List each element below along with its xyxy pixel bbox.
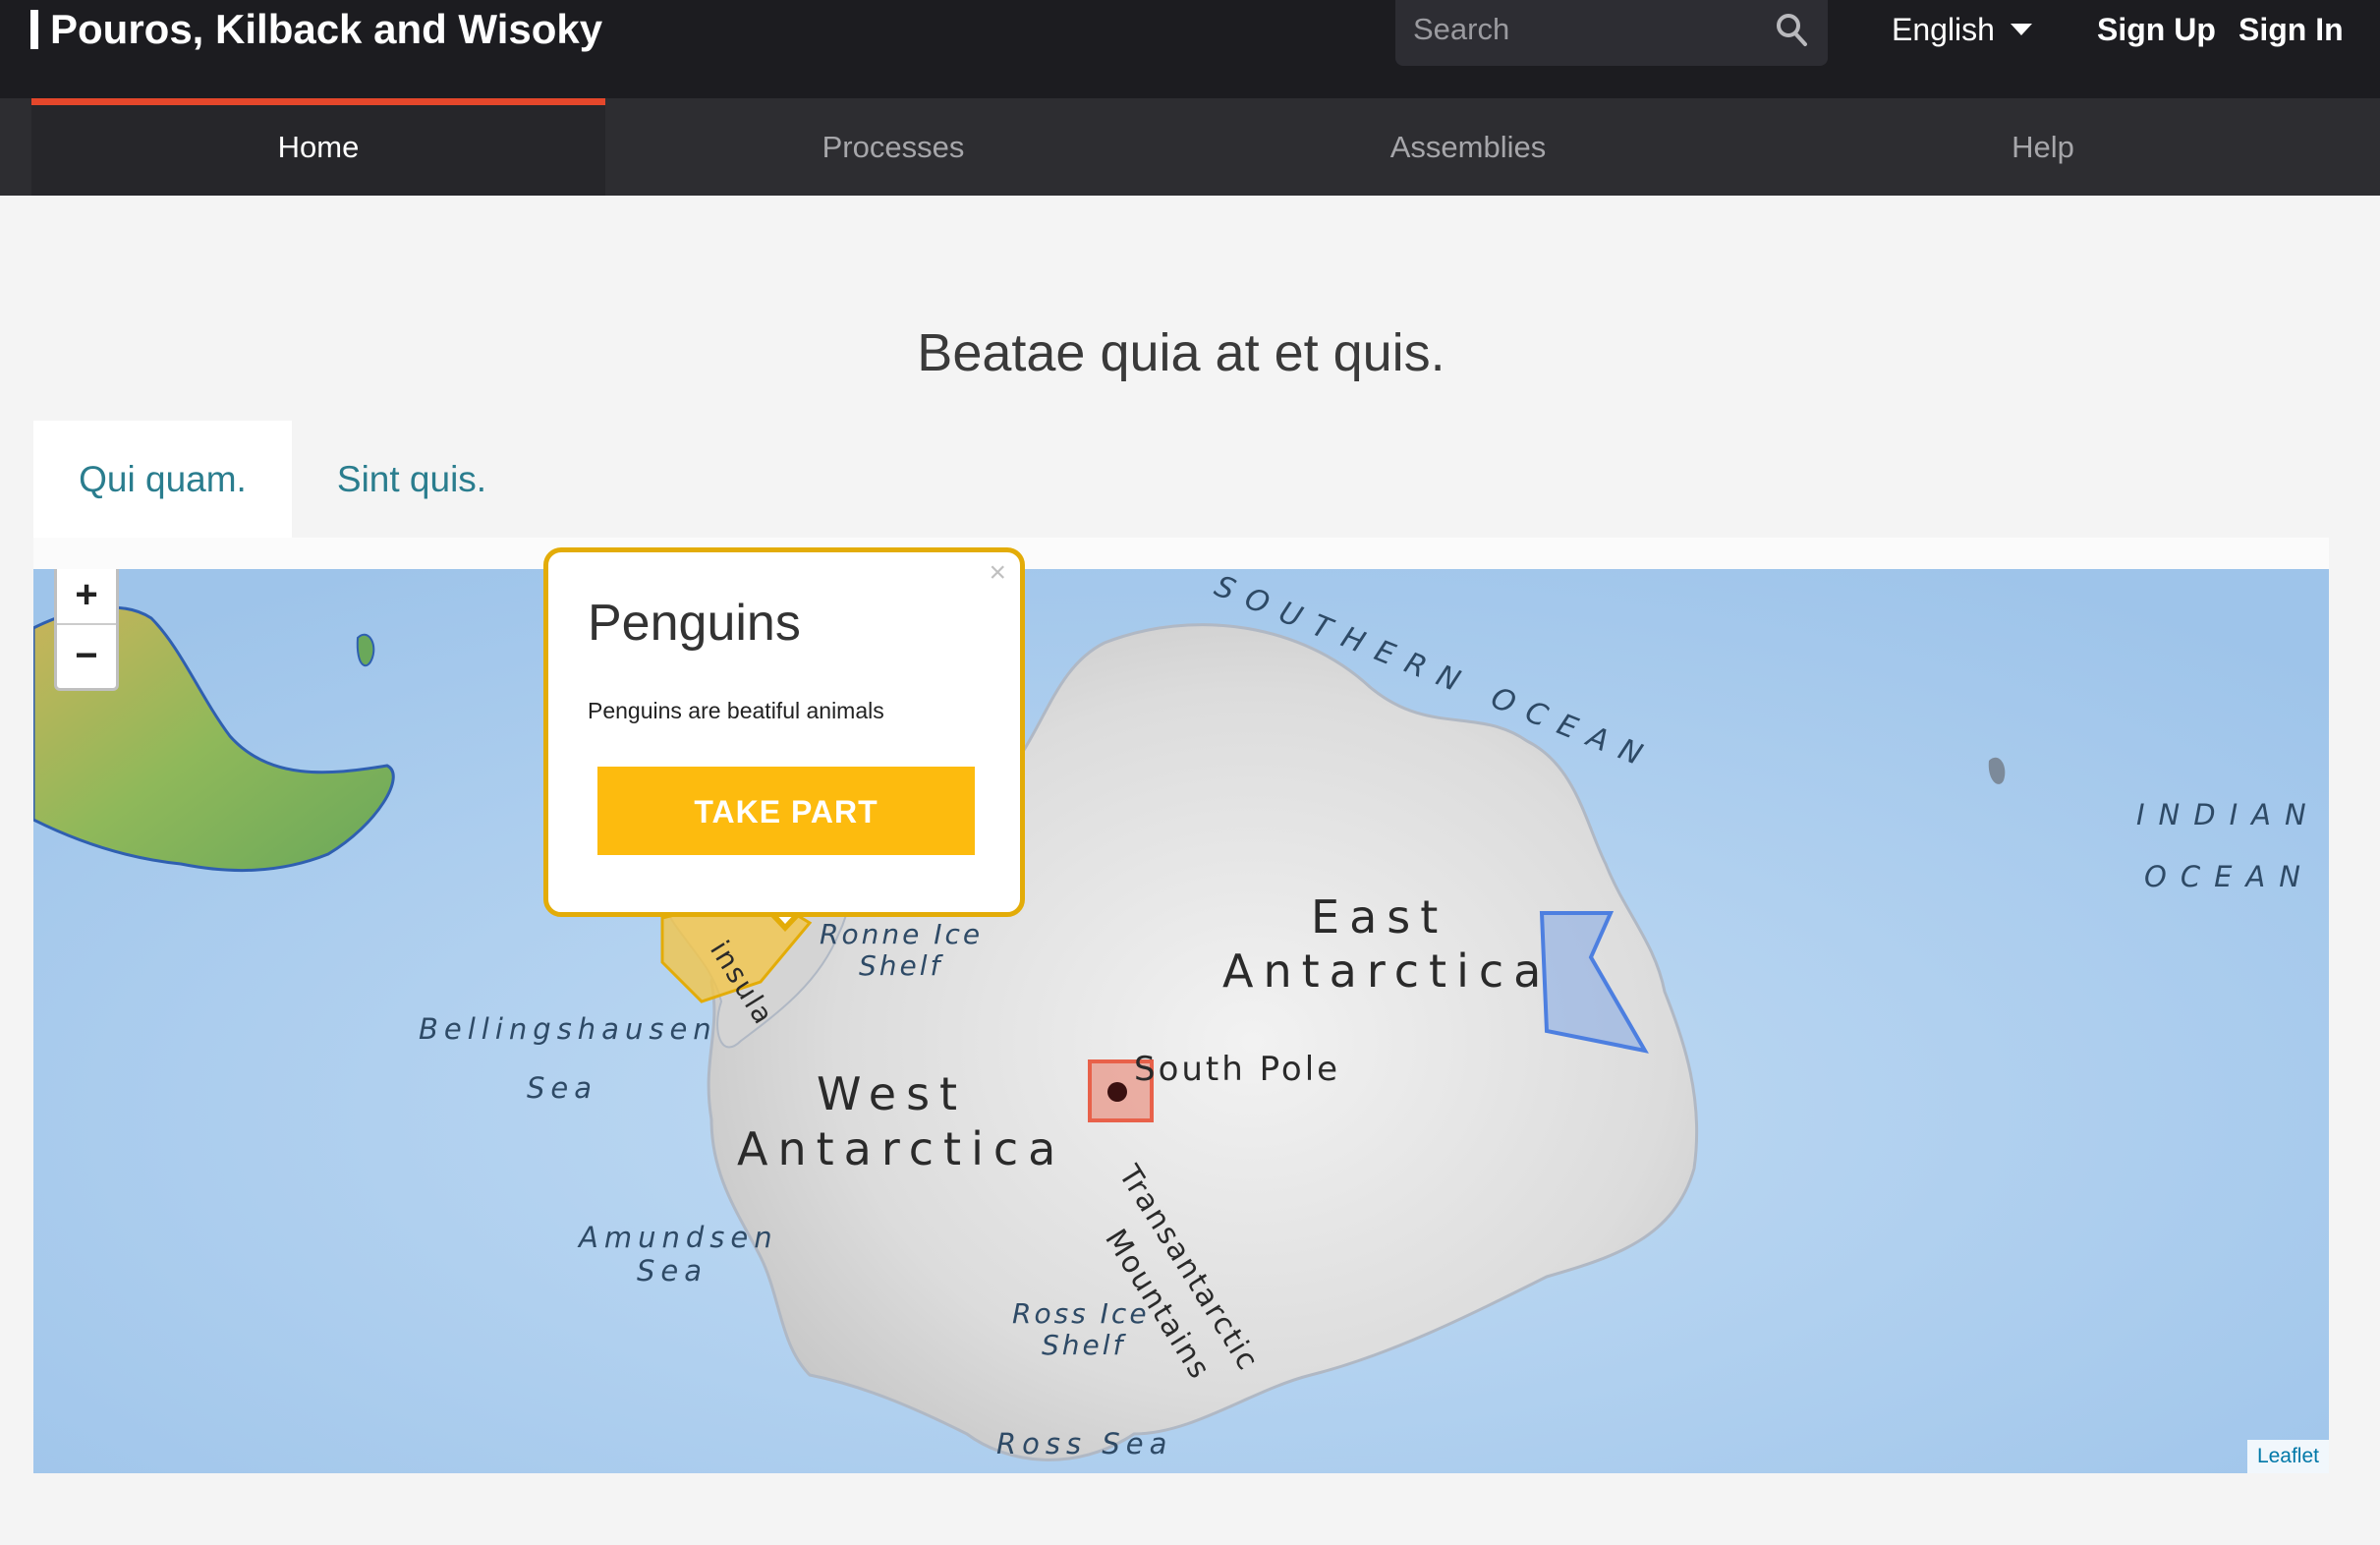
search-icon[interactable]	[1775, 12, 1808, 47]
map-popup: × Penguins Penguins are beatiful animals…	[543, 547, 1025, 917]
island	[356, 633, 375, 667]
search-input[interactable]	[1395, 0, 1767, 59]
brand[interactable]: Pouros, Kilback and Wisoky	[30, 4, 602, 55]
popup-description: Penguins are beatiful animals	[588, 698, 884, 723]
tab-qui-quam[interactable]: Qui quam.	[33, 421, 292, 538]
location-marker[interactable]	[1107, 1082, 1127, 1102]
map[interactable]: SOUTHERN OCEAN INDIAN OCEAN East Antarct…	[33, 569, 2329, 1473]
sign-in-link[interactable]: Sign In	[2238, 8, 2344, 51]
top-bar: Pouros, Kilback and Wisoky English Sign …	[0, 0, 2380, 98]
main-nav: Home Processes Assemblies Help	[0, 98, 2380, 196]
language-selector[interactable]: English	[1892, 8, 2032, 51]
label-ronne-shelf: Shelf	[859, 949, 944, 982]
label-amundsen: Amundsen	[577, 1221, 778, 1254]
nav-item-help[interactable]: Help	[1756, 98, 2330, 196]
label-south-pole: South Pole	[1134, 1050, 1340, 1089]
zoom-in-button[interactable]: +	[57, 569, 116, 625]
sign-up-link[interactable]: Sign Up	[2097, 8, 2216, 51]
search-box	[1395, 0, 1828, 66]
nav-item-processes[interactable]: Processes	[606, 98, 1180, 196]
label-bellingshausen: Bellingshausen	[419, 1012, 717, 1046]
map-tiles: SOUTHERN OCEAN INDIAN OCEAN East Antarct…	[33, 569, 2329, 1473]
label-indian: INDIAN	[2136, 798, 2320, 831]
tab-sint-quis[interactable]: Sint quis.	[292, 421, 532, 538]
label-ross-ice: Ross Ice	[1012, 1297, 1150, 1330]
nav-item-home[interactable]: Home	[31, 98, 605, 196]
close-icon[interactable]: ×	[989, 558, 1006, 588]
tab-panel-top	[33, 538, 2329, 569]
label-east: East	[1311, 890, 1447, 944]
nav-item-assemblies[interactable]: Assemblies	[1181, 98, 1755, 196]
zoom-control: + −	[54, 569, 119, 691]
label-ross-shelf: Shelf	[1042, 1329, 1127, 1361]
chevron-down-icon	[2010, 24, 2032, 35]
label-ocean: OCEAN	[2144, 860, 2314, 893]
brand-name[interactable]: Pouros, Kilback and Wisoky	[50, 6, 602, 53]
brand-logo-bar	[30, 10, 38, 49]
label-east-antarctica: Antarctica	[1222, 944, 1551, 998]
label-ross-sea: Ross Sea	[996, 1427, 1172, 1460]
language-label: English	[1892, 11, 1995, 47]
take-part-button[interactable]: TAKE PART	[597, 767, 975, 855]
label-bellingshausen-sea: Sea	[527, 1071, 597, 1105]
page-title: Beatae quia at et quis.	[917, 323, 1445, 382]
label-west-antarctica: Antarctica	[737, 1122, 1065, 1175]
zoom-out-button[interactable]: −	[57, 627, 116, 684]
label-ronne: Ronne Ice	[820, 918, 983, 950]
label-amundsen-sea: Sea	[637, 1254, 708, 1288]
map-attribution-link[interactable]: Leaflet	[2246, 1440, 2329, 1473]
label-west: West	[817, 1067, 967, 1120]
popup-title: Penguins	[588, 595, 801, 652]
